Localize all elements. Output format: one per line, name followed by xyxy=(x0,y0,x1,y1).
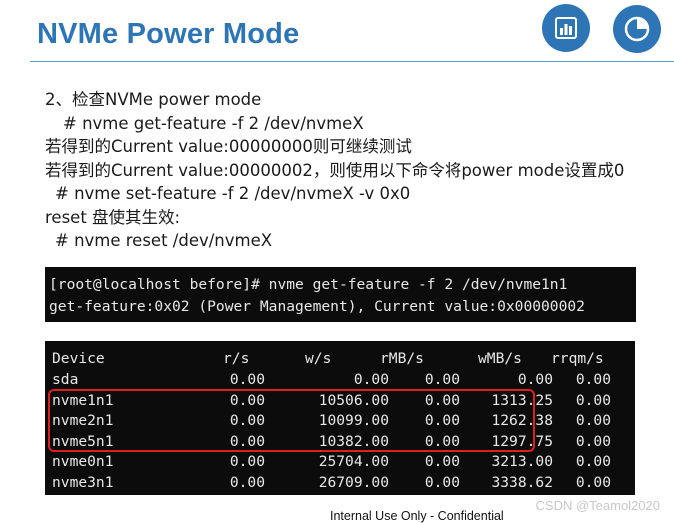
cell-rrqms: 0.00 xyxy=(575,473,611,491)
header-wmbs: wMB/s xyxy=(478,350,522,367)
title-divider xyxy=(30,61,674,62)
header-device: Device xyxy=(52,350,105,367)
iostat-header: Device r/s w/s rMB/s wMB/s rrqm/s xyxy=(52,349,604,369)
cell-rs: 0.00 xyxy=(229,453,265,470)
cell-rmbs: 0.00 xyxy=(424,473,460,491)
condition-set: 若得到的Current value:00000002，则使用以下命令将power… xyxy=(45,160,625,180)
reset-command: # nvme reset /dev/nvmeX xyxy=(55,231,273,250)
cell-ws: 0.00 xyxy=(353,371,389,388)
bar-chart-icon xyxy=(555,17,577,39)
header-rmbs: rMB/s xyxy=(380,350,424,367)
cell-rrqms: 0.00 xyxy=(575,453,611,470)
cell-device: sda xyxy=(52,371,79,388)
terminal-command-line: [root@localhost before]# nvme get-featur… xyxy=(49,276,568,293)
cell-rs: 0.00 xyxy=(229,473,265,491)
cell-rrqms: 0.00 xyxy=(575,391,611,409)
header-rrqms: rrqm/s xyxy=(551,350,604,367)
cell-device: nvme3n1 xyxy=(52,473,114,491)
cell-rrqms: 0.00 xyxy=(575,432,611,450)
get-feature-command: # nvme get-feature -f 2 /dev/nvmeX xyxy=(63,113,364,133)
pie-chart-icon xyxy=(624,16,650,42)
set-feature-command: # nvme set-feature -f 2 /dev/nvmeX -v 0x… xyxy=(55,184,411,203)
cell-ws: 26709.00 xyxy=(318,473,389,491)
cell-wmbs: 3213.00 xyxy=(491,453,553,470)
terminal-output-line: get-feature:0x02 (Power Management), Cur… xyxy=(49,298,585,315)
terminal-get-feature: [root@localhost before]# nvme get-featur… xyxy=(45,267,636,322)
pie-chart-button[interactable] xyxy=(613,5,661,53)
cell-wmbs: 0.00 xyxy=(517,371,553,388)
header-ws: w/s xyxy=(305,350,332,367)
cell-rrqms: 0.00 xyxy=(575,371,611,388)
cell-rs: 0.00 xyxy=(229,371,265,388)
step-heading: 2、检查NVMe power mode xyxy=(45,90,262,109)
cell-rmbs: 0.00 xyxy=(424,453,460,470)
header-rs: r/s xyxy=(223,350,250,367)
cell-rmbs: 0.00 xyxy=(424,371,460,388)
cell-ws: 25704.00 xyxy=(318,453,389,470)
slide-title: NVMe Power Mode xyxy=(37,18,300,50)
highlight-box xyxy=(48,389,535,452)
bar-chart-button[interactable] xyxy=(542,4,590,52)
condition-continue: 若得到的Current value:00000000则可继续测试 xyxy=(45,137,412,156)
instruction-text: 2、检查NVMe power mode # nvme get-feature -… xyxy=(45,88,624,253)
watermark: CSDN @Teamol2020 xyxy=(535,498,660,513)
cell-device: nvme0n1 xyxy=(52,453,114,470)
cell-rrqms: 0.00 xyxy=(575,412,611,429)
reset-instruction: reset 盘使其生效: xyxy=(45,207,181,227)
cell-wmbs: 3338.62 xyxy=(491,473,553,491)
